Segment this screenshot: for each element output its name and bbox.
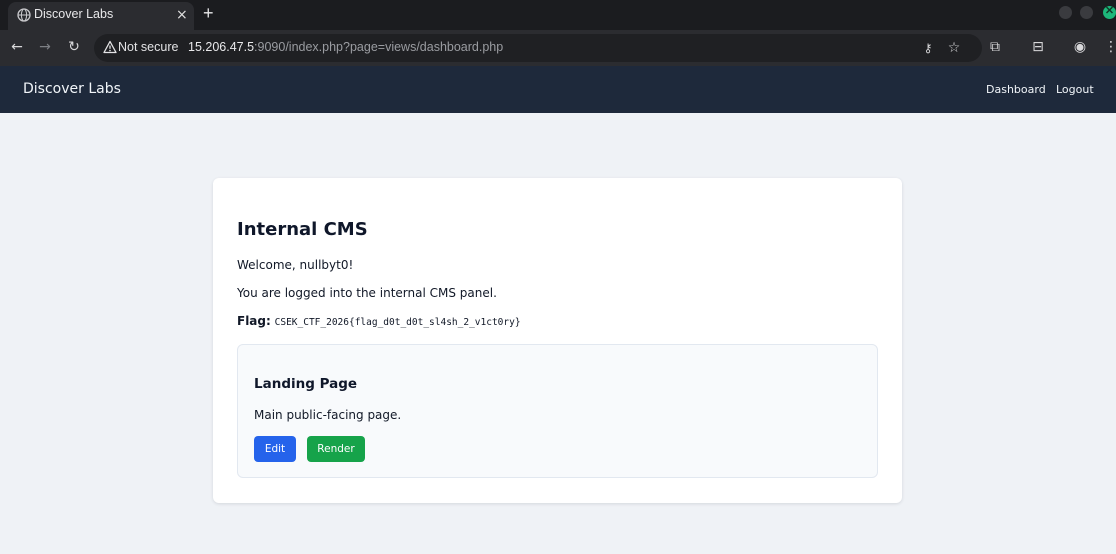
nav-logout-link[interactable]: Logout xyxy=(1056,83,1094,96)
tab-title: Discover Labs xyxy=(34,7,114,21)
nav-dashboard-link[interactable]: Dashboard xyxy=(986,83,1046,96)
url-host: 15.206.47.5 xyxy=(188,40,255,54)
warning-icon xyxy=(103,40,117,54)
page-item-panel: Landing Page Main public-facing page. Ed… xyxy=(237,344,878,478)
welcome-text: Welcome, nullbyt0! xyxy=(237,258,354,272)
minimize-button[interactable] xyxy=(1059,6,1072,19)
menu-icon[interactable]: ⋮ xyxy=(1102,38,1116,56)
url-text[interactable]: 15.206.47.5:9090/index.php?page=views/da… xyxy=(188,40,503,54)
window-close-button[interactable]: ✕ xyxy=(1103,5,1116,19)
key-icon[interactable]: ⚷ xyxy=(919,39,937,57)
reload-icon[interactable]: ↻ xyxy=(65,38,83,56)
tab-strip: Discover Labs × + ✕ xyxy=(0,0,1116,30)
edit-button[interactable]: Edit xyxy=(254,436,296,462)
cms-card: Internal CMS Welcome, nullbyt0! You are … xyxy=(213,178,902,503)
close-icon: ✕ xyxy=(1104,5,1115,17)
url-path: :9090/index.php?page=views/dashboard.php xyxy=(254,40,504,54)
brand-logo[interactable]: Discover Labs xyxy=(23,81,121,97)
security-label[interactable]: Not secure xyxy=(118,40,178,54)
star-icon[interactable]: ☆ xyxy=(945,39,963,57)
back-icon[interactable]: ← xyxy=(8,38,26,56)
flag-line: Flag: CSEK_CTF_2026{flag_d0t_d0t_sl4sh_2… xyxy=(237,314,521,328)
globe-icon xyxy=(17,8,31,22)
maximize-button[interactable] xyxy=(1080,6,1093,19)
site-navbar: Discover Labs Dashboard Logout xyxy=(0,66,1116,113)
address-bar[interactable]: Not secure 15.206.47.5:9090/index.php?pa… xyxy=(94,34,982,62)
flag-label: Flag: xyxy=(237,314,271,328)
browser-tab[interactable]: Discover Labs × xyxy=(8,2,194,30)
reading-list-icon[interactable]: ⊟ xyxy=(1029,38,1047,56)
browser-toolbar: ← → ↻ Not secure 15.206.47.5:9090/index.… xyxy=(0,30,1116,66)
flag-value: CSEK_CTF_2026{flag_d0t_d0t_sl4sh_2_v1ct0… xyxy=(274,317,521,328)
render-button[interactable]: Render xyxy=(307,436,365,462)
page-title: Internal CMS xyxy=(237,219,368,240)
extensions-icon[interactable]: ⧉ xyxy=(986,38,1004,56)
page-item-title: Landing Page xyxy=(254,376,358,392)
forward-icon[interactable]: → xyxy=(36,38,54,56)
tab-close-button[interactable]: × xyxy=(176,6,188,24)
new-tab-button[interactable]: + xyxy=(203,3,214,23)
login-status-text: You are logged into the internal CMS pan… xyxy=(237,286,497,300)
profile-icon[interactable]: ◉ xyxy=(1071,38,1089,56)
page-item-description: Main public-facing page. xyxy=(254,408,402,422)
